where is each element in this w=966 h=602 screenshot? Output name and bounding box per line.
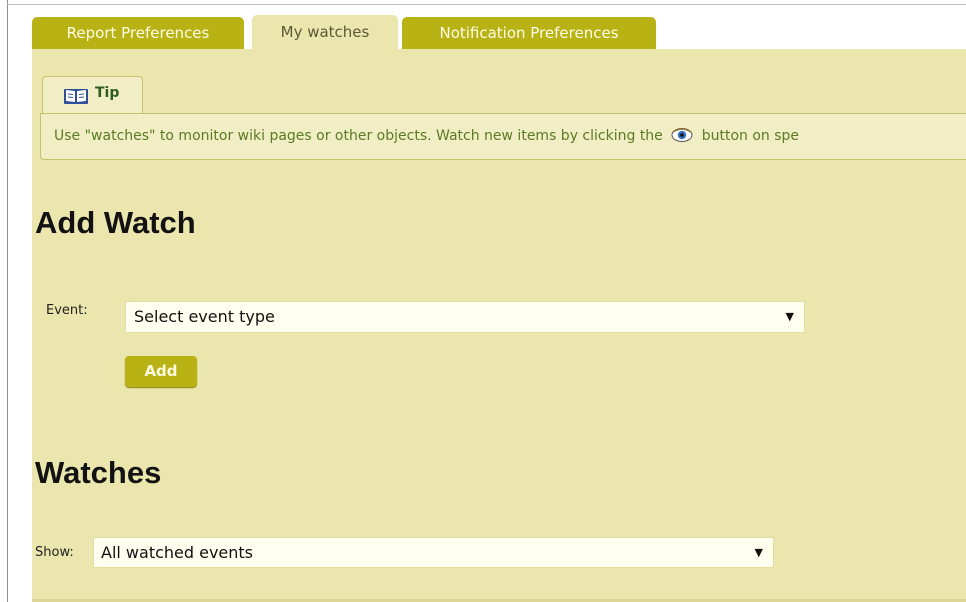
tab-notification-preferences[interactable]: Notification Preferences <box>402 17 656 49</box>
eye-icon <box>671 127 693 147</box>
tip-text-start: Use "watches" to monitor wiki pages or o… <box>54 128 663 144</box>
event-label: Event: <box>46 303 88 318</box>
tip-text: Use "watches" to monitor wiki pages or o… <box>54 127 799 147</box>
tab-my-watches[interactable]: My watches <box>252 15 398 49</box>
show-filter-select[interactable]: All watched events ▼ <box>93 537 774 568</box>
tip-box: Use "watches" to monitor wiki pages or o… <box>40 113 966 160</box>
tip-label: Tip <box>95 85 120 101</box>
event-type-select-value: Select event type <box>134 307 275 326</box>
tip-text-end: button on spe <box>701 128 800 144</box>
show-filter-select-value: All watched events <box>101 543 254 562</box>
add-button[interactable]: Add <box>125 356 197 387</box>
book-icon <box>63 87 89 109</box>
event-type-select[interactable]: Select event type ▼ <box>125 301 805 333</box>
tab-report-preferences[interactable]: Report Preferences <box>32 17 244 49</box>
window-left-border <box>7 0 8 602</box>
dropdown-arrow-icon: ▼ <box>785 310 794 323</box>
window-top-border <box>7 4 966 5</box>
tab-panel: Tip Use "watches" to monitor wiki pages … <box>32 49 966 602</box>
add-watch-heading: Add Watch <box>35 205 196 240</box>
watches-heading: Watches <box>35 455 162 490</box>
dropdown-arrow-icon: ▼ <box>754 546 763 559</box>
tip-header: Tip <box>42 76 143 115</box>
show-label: Show: <box>35 545 74 560</box>
